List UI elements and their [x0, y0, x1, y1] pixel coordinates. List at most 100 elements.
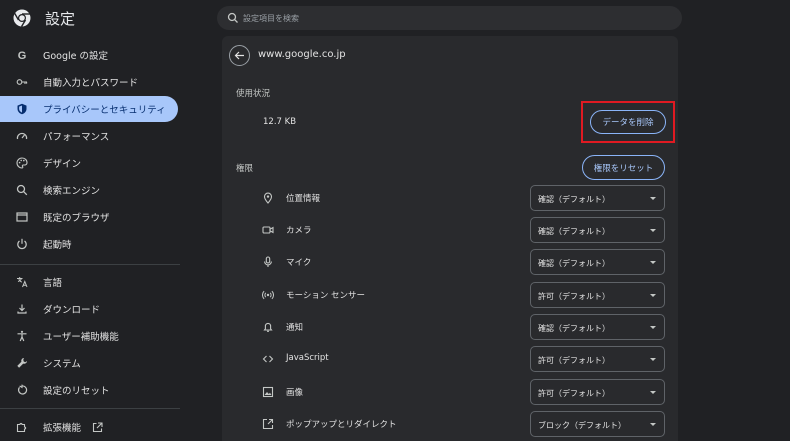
translate-icon	[16, 276, 28, 288]
dropdown-arrow-icon	[650, 423, 656, 426]
dropdown-arrow-icon	[650, 229, 656, 232]
select-value: 確認（デフォルト）	[538, 227, 610, 236]
permission-label: 通知	[286, 323, 304, 333]
sidebar-item-accessibility[interactable]: ユーザー補助機能	[0, 323, 178, 349]
image-icon	[262, 386, 274, 398]
usage-value: 12.7 KB	[263, 117, 297, 127]
sidebar-item-system[interactable]: システム	[0, 350, 178, 376]
sidebar-item-label: 既定のブラウザ	[43, 213, 110, 224]
permission-label: JavaScript	[286, 353, 329, 363]
select-value: 確認（デフォルト）	[538, 324, 610, 333]
dropdown-arrow-icon	[650, 294, 656, 297]
bell-icon	[262, 321, 274, 333]
sidebar-item-appearance[interactable]: デザイン	[0, 150, 178, 176]
browser-window-icon	[16, 211, 28, 223]
search-bar[interactable]	[217, 6, 682, 30]
sidebar-item-autofill[interactable]: 自動入力とパスワード	[0, 69, 178, 95]
sidebar-item-default-browser[interactable]: 既定のブラウザ	[0, 204, 178, 230]
reset-permissions-button[interactable]: 権限をリセット	[582, 155, 665, 180]
sidebar-item-label: 設定のリセット	[43, 386, 110, 397]
permission-row-images: 画像 許可（デフォルト）	[222, 376, 678, 408]
sidebar-item-performance[interactable]: パフォーマンス	[0, 123, 178, 149]
sidebar-item-label: 拡張機能	[43, 423, 82, 434]
microphone-permission-select[interactable]: 確認（デフォルト）	[530, 249, 665, 275]
permission-row-location: 位置情報 確認（デフォルト）	[222, 182, 678, 214]
location-pin-icon	[262, 192, 274, 204]
permission-row-motion-sensors: モーション センサー 許可（デフォルト）	[222, 279, 678, 311]
permission-label: モーション センサー	[286, 291, 366, 301]
sidebar-divider	[0, 408, 180, 409]
location-permission-select[interactable]: 確認（デフォルト）	[530, 185, 665, 211]
motion-sensors-permission-select[interactable]: 許可（デフォルト）	[530, 282, 665, 308]
sidebar-item-search-engine[interactable]: 検索エンジン	[0, 177, 178, 203]
google-g-icon: G	[16, 49, 28, 61]
select-value: 許可（デフォルト）	[538, 389, 610, 398]
sidebar-item-label: Google の設定	[43, 51, 109, 62]
motion-sensor-icon	[262, 289, 274, 301]
sidebar-item-languages[interactable]: 言語	[0, 269, 178, 295]
sidebar-item-on-startup[interactable]: 起動時	[0, 231, 178, 257]
sidebar-item-extensions[interactable]: 拡張機能	[0, 414, 178, 440]
chrome-logo-icon	[13, 9, 31, 27]
usage-section-label: 使用状況	[236, 89, 271, 99]
permission-row-camera: カメラ 確認（デフォルト）	[222, 214, 678, 246]
sidebar-item-label: システム	[43, 359, 81, 370]
notifications-permission-select[interactable]: 確認（デフォルト）	[530, 314, 665, 340]
select-value: 許可（デフォルト）	[538, 292, 610, 301]
key-icon	[16, 76, 28, 88]
svg-text:G: G	[18, 50, 27, 61]
sidebar-item-label: ユーザー補助機能	[43, 332, 119, 343]
download-icon	[16, 303, 28, 315]
sidebar-item-label: 検索エンジン	[43, 186, 101, 197]
sidebar-item-label: 言語	[43, 278, 63, 289]
arrow-back-icon	[234, 50, 245, 61]
site-details-panel: www.google.co.jp 使用状況 12.7 KB データを削除 権限 …	[222, 36, 678, 441]
dropdown-arrow-icon	[650, 391, 656, 394]
sidebar-item-google-settings[interactable]: G Google の設定	[0, 42, 178, 68]
permission-label: カメラ	[286, 226, 312, 236]
select-value: ブロック（デフォルト）	[538, 421, 626, 430]
permission-row-javascript: JavaScript 許可（デフォルト）	[222, 343, 678, 375]
sidebar-item-downloads[interactable]: ダウンロード	[0, 296, 178, 322]
power-icon	[16, 238, 28, 250]
speedometer-icon	[16, 130, 28, 142]
permission-label: 画像	[286, 388, 304, 398]
camera-permission-select[interactable]: 確認（デフォルト）	[530, 217, 665, 243]
dropdown-arrow-icon	[650, 197, 656, 200]
back-button[interactable]	[229, 45, 250, 66]
shield-icon	[16, 103, 28, 115]
sidebar-item-privacy[interactable]: プライバシーとセキュリティ	[0, 96, 178, 122]
sidebar-divider	[0, 264, 180, 265]
accessibility-icon	[16, 330, 28, 342]
dropdown-arrow-icon	[650, 261, 656, 264]
permission-row-microphone: マイク 確認（デフォルト）	[222, 246, 678, 278]
permission-label: マイク	[286, 258, 312, 268]
permissions-section-label: 権限	[236, 164, 254, 174]
images-permission-select[interactable]: 許可（デフォルト）	[530, 379, 665, 405]
dropdown-arrow-icon	[650, 326, 656, 329]
popups-permission-select[interactable]: ブロック（デフォルト）	[530, 411, 665, 437]
sidebar-item-reset-settings[interactable]: 設定のリセット	[0, 377, 178, 403]
top-bar: 設定	[0, 0, 790, 36]
microphone-icon	[262, 256, 274, 268]
external-link-icon	[92, 422, 103, 433]
wrench-icon	[16, 357, 28, 369]
javascript-permission-select[interactable]: 許可（デフォルト）	[530, 346, 665, 372]
sidebar-item-label: ダウンロード	[43, 305, 101, 316]
code-icon	[262, 353, 274, 365]
palette-icon	[16, 157, 28, 169]
search-icon	[16, 184, 28, 196]
site-title: www.google.co.jp	[258, 49, 346, 60]
select-value: 許可（デフォルト）	[538, 356, 610, 365]
select-value: 確認（デフォルト）	[538, 259, 610, 268]
puzzle-icon	[16, 421, 28, 433]
sidebar-item-label: 起動時	[43, 240, 72, 251]
reset-icon	[16, 384, 28, 396]
delete-data-button[interactable]: データを削除	[590, 110, 666, 134]
search-input[interactable]	[243, 9, 663, 27]
sidebar-item-label: デザイン	[43, 159, 82, 170]
permission-row-popups: ポップアップとリダイレクト ブロック（デフォルト）	[222, 408, 678, 440]
select-value: 確認（デフォルト）	[538, 195, 610, 204]
dropdown-arrow-icon	[650, 358, 656, 361]
sidebar-item-label: プライバシーとセキュリティ	[43, 105, 166, 116]
